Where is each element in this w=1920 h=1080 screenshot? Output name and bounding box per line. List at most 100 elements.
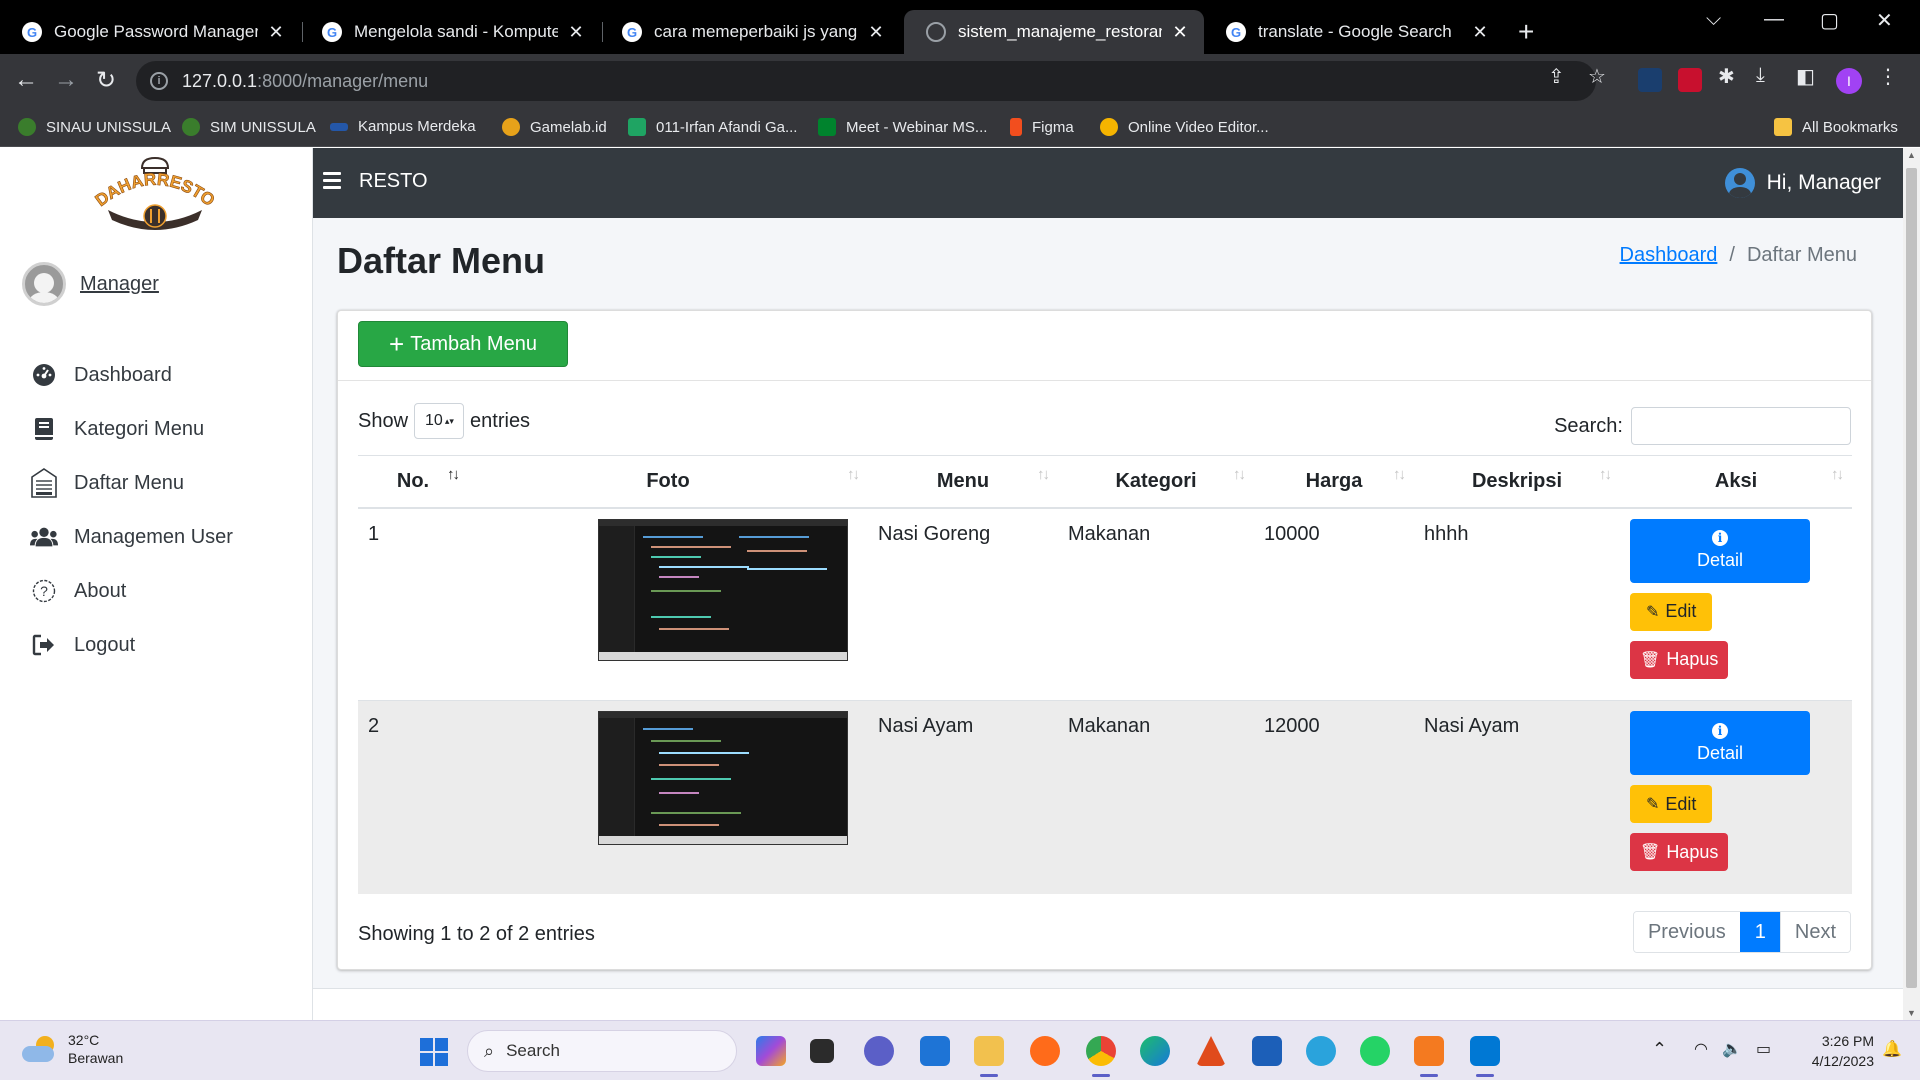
hapus-button[interactable]: 🗑 Hapus: [1630, 833, 1729, 871]
column-header-menu[interactable]: Menu ↑↓: [868, 455, 1058, 509]
notification-bell-icon[interactable]: 🔔: [1882, 1039, 1902, 1059]
sidebar-item-kategori-menu[interactable]: Kategori Menu: [0, 402, 313, 456]
breadcrumb-dashboard-link[interactable]: Dashboard: [1620, 244, 1718, 267]
address-bar[interactable]: i 127.0.0.1 :8000/manager/menu: [136, 61, 1596, 101]
column-header-harga[interactable]: Harga ↑↓: [1254, 455, 1414, 509]
browser-tab[interactable]: G translate - Google Search ✕: [1204, 10, 1504, 54]
google-icon: G: [322, 22, 342, 42]
close-tab-icon[interactable]: ✕: [1170, 22, 1190, 43]
edit-button[interactable]: ✎ Edit: [1630, 785, 1713, 823]
column-header-kategori[interactable]: Kategori ↑↓: [1058, 455, 1254, 509]
browser-tab-active[interactable]: sistem_manajeme_restoran_gambar ✕: [904, 10, 1204, 54]
edit-button[interactable]: ✎ Edit: [1630, 592, 1713, 631]
mail-icon[interactable]: [920, 1036, 950, 1066]
bookmark-item[interactable]: Figma: [1010, 118, 1074, 136]
reload-icon[interactable]: ↻: [96, 66, 116, 95]
vscode-icon[interactable]: [1470, 1036, 1500, 1077]
sidebar-item-managemen-user[interactable]: Managemen User: [0, 510, 313, 564]
navbar-brand[interactable]: RESTO: [359, 170, 428, 193]
volume-icon[interactable]: 🔈: [1722, 1039, 1742, 1059]
bookmark-item[interactable]: Gamelab.id: [502, 118, 607, 136]
sidebar-item-about[interactable]: ? About: [0, 564, 313, 618]
firefox-icon[interactable]: [1030, 1036, 1060, 1066]
bookmark-star-icon[interactable]: ☆: [1588, 64, 1606, 89]
side-panel-icon[interactable]: ◧: [1796, 64, 1815, 89]
share-icon[interactable]: ⇪: [1548, 64, 1565, 89]
bookmark-item[interactable]: SINAU UNISSULA: [18, 118, 171, 136]
close-tab-icon[interactable]: ✕: [566, 22, 586, 43]
bookmark-item[interactable]: 011-Irfan Afandi Ga...: [628, 118, 797, 136]
detail-button[interactable]: i Detail: [1630, 518, 1810, 583]
profile-avatar[interactable]: I: [1836, 68, 1862, 94]
column-header-foto[interactable]: Foto ↑↓: [468, 455, 868, 509]
taskbar-search[interactable]: ⌕ Search: [467, 1030, 737, 1072]
pagination-previous[interactable]: Previous: [1633, 912, 1740, 952]
new-tab-button[interactable]: +: [1518, 16, 1534, 48]
user-greeting[interactable]: Hi, Manager: [1724, 168, 1881, 198]
forward-arrow-icon[interactable]: →: [54, 66, 78, 94]
xampp-icon[interactable]: [1414, 1036, 1444, 1077]
all-bookmarks[interactable]: All Bookmarks: [1774, 118, 1898, 136]
bookmark-item[interactable]: SIM UNISSULA: [182, 118, 316, 136]
start-button[interactable]: [420, 1038, 448, 1066]
weather-widget[interactable]: 32°C Berawan: [22, 1031, 123, 1067]
tambah-menu-button[interactable]: + Tambah Menu: [358, 321, 568, 367]
column-header-no[interactable]: No. ↑↓: [358, 455, 468, 509]
column-header-deskripsi[interactable]: Deskripsi ↑↓: [1414, 455, 1620, 509]
word-icon[interactable]: [1252, 1036, 1282, 1066]
whatsapp-icon[interactable]: [1360, 1036, 1390, 1066]
bookmark-item[interactable]: Kampus Merdeka: [330, 118, 476, 135]
browser-tab[interactable]: G Google Password Manager ✕: [0, 10, 300, 54]
scrollbar-thumb[interactable]: [1906, 168, 1917, 988]
back-arrow-icon[interactable]: ←: [14, 66, 38, 94]
browser-tab[interactable]: G cara memeperbaiki js yang tidak ✕: [600, 10, 900, 54]
teams-chat-icon[interactable]: [864, 1036, 894, 1066]
telegram-icon[interactable]: [1306, 1036, 1336, 1066]
bookmark-item[interactable]: Meet - Webinar MS...: [818, 118, 987, 136]
sidebar-item-dashboard[interactable]: Dashboard: [0, 348, 313, 402]
wifi-icon[interactable]: ◠: [1694, 1039, 1708, 1059]
column-header-aksi[interactable]: Aksi ↑↓: [1620, 455, 1852, 509]
extension-cursor-icon[interactable]: [1638, 68, 1662, 92]
edge-icon[interactable]: [1140, 1036, 1170, 1066]
hapus-button[interactable]: 🗑 Hapus: [1630, 640, 1729, 679]
battery-icon[interactable]: ▭: [1756, 1039, 1771, 1059]
copilot-icon[interactable]: [756, 1036, 786, 1066]
close-tab-icon[interactable]: ✕: [266, 22, 286, 43]
close-tab-icon[interactable]: ✕: [1470, 22, 1490, 43]
scroll-up-icon[interactable]: ▲: [1907, 150, 1916, 160]
close-tab-icon[interactable]: ✕: [866, 22, 886, 43]
page-scrollbar[interactable]: ▲ ▼: [1903, 148, 1920, 1020]
system-clock[interactable]: 3:26 PM 4/12/2023: [1794, 1031, 1874, 1071]
hamburger-menu-icon[interactable]: [323, 172, 341, 189]
sidebar-item-logout[interactable]: Logout: [0, 618, 313, 672]
site-info-icon[interactable]: i: [150, 72, 168, 90]
search-input[interactable]: [1631, 407, 1851, 445]
detail-button[interactable]: i Detail: [1630, 711, 1810, 775]
entries-length-select[interactable]: 10 ▴▾: [414, 403, 465, 439]
user-name-link[interactable]: Manager: [80, 273, 159, 296]
scroll-down-icon[interactable]: ▼: [1907, 1008, 1916, 1018]
tab-search-chevron-icon[interactable]: ⌵: [1706, 8, 1721, 31]
pagination-page[interactable]: 1: [1739, 912, 1781, 952]
bookmark-item[interactable]: Online Video Editor...: [1100, 118, 1269, 136]
extension-vm-icon[interactable]: [1678, 68, 1702, 92]
extensions-puzzle-icon[interactable]: ✱: [1718, 64, 1735, 89]
file-explorer-icon[interactable]: [974, 1036, 1004, 1077]
pagination-next[interactable]: Next: [1780, 912, 1850, 952]
maximize-button[interactable]: ▢: [1820, 8, 1839, 33]
sidebar-item-daftar-menu[interactable]: Daftar Menu: [0, 456, 313, 510]
matlab-icon[interactable]: [1196, 1036, 1226, 1066]
daharresto-logo[interactable]: DAHARRESTO: [91, 154, 219, 234]
table-header-row: No. ↑↓ Foto ↑↓ Menu ↑↓ Kategori ↑↓ Harga ↑↓ D…: [358, 455, 1852, 509]
chrome-icon[interactable]: [1086, 1036, 1116, 1077]
download-icon[interactable]: ⤓: [1756, 64, 1765, 87]
minimize-button[interactable]: —: [1764, 8, 1784, 31]
browser-tab[interactable]: G Mengelola sandi - Komputer - Bantuan G…: [300, 10, 600, 54]
close-window-button[interactable]: ✕: [1876, 8, 1893, 33]
task-view-icon[interactable]: [810, 1039, 834, 1063]
cell-kategori: Makanan: [1058, 700, 1254, 894]
more-menu-icon[interactable]: ⋮: [1878, 64, 1898, 89]
show-hidden-icons-chevron-icon[interactable]: ⌃: [1652, 1039, 1667, 1060]
top-navbar: RESTO Hi, Manager: [313, 148, 1903, 218]
